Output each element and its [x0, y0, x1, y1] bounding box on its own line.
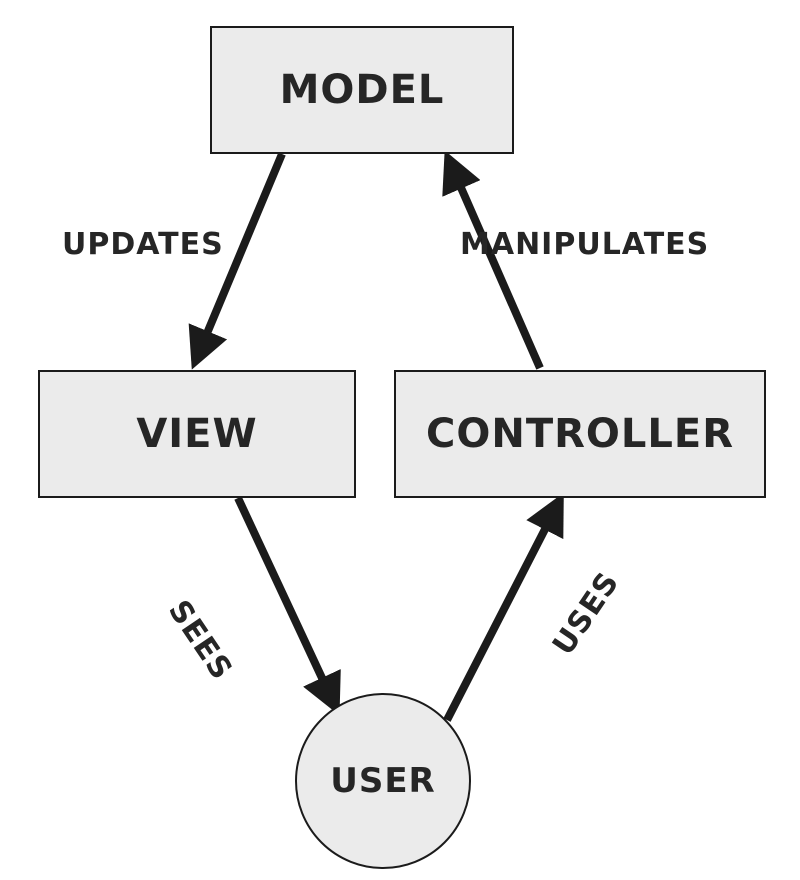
- edge-label-manipulates: MANIPULATES: [460, 227, 709, 262]
- node-model: MODEL: [210, 26, 514, 154]
- arrow-sees: [238, 498, 336, 708]
- edge-label-sees: SEES: [161, 594, 239, 687]
- node-user-label: USER: [330, 761, 436, 801]
- node-controller: CONTROLLER: [394, 370, 766, 498]
- arrow-manipulates: [448, 158, 540, 368]
- edge-label-uses: USES: [546, 566, 627, 662]
- node-model-label: MODEL: [280, 67, 445, 113]
- node-controller-label: CONTROLLER: [426, 411, 734, 457]
- arrow-uses: [447, 500, 560, 720]
- edge-label-updates: UPDATES: [62, 227, 224, 262]
- node-view-label: VIEW: [136, 411, 257, 457]
- node-view: VIEW: [38, 370, 356, 498]
- node-user: USER: [295, 693, 471, 869]
